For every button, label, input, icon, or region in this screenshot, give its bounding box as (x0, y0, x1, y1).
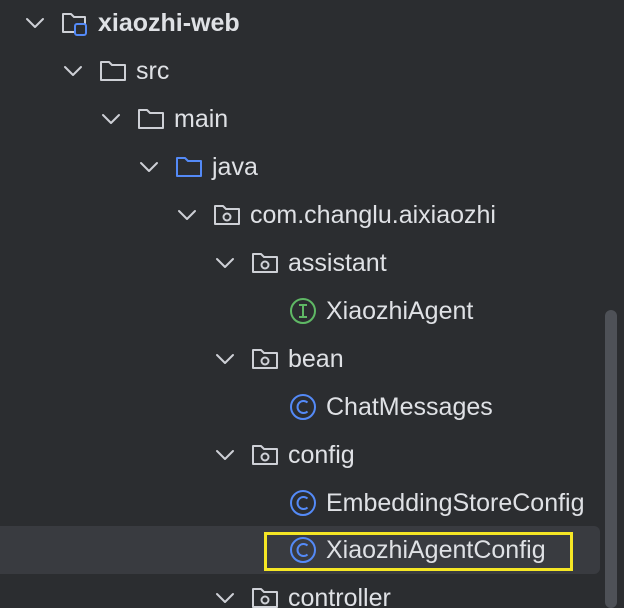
chevron-down-icon[interactable] (136, 154, 162, 180)
tree-item-label: bean (288, 345, 344, 373)
tree-item-label: EmbeddingStoreConfig (326, 489, 585, 517)
folder-icon (98, 56, 128, 86)
tree-item-main[interactable]: main (0, 95, 600, 143)
class-icon (288, 488, 318, 518)
class-icon (288, 392, 318, 422)
tree-item-controller[interactable]: controller (0, 574, 600, 608)
chevron-down-icon[interactable] (174, 202, 200, 228)
chevron-down-icon[interactable] (212, 442, 238, 468)
highlight-box (264, 532, 573, 571)
package-icon (250, 583, 280, 608)
tree-item-src[interactable]: src (0, 47, 600, 95)
tree-item-label: com.changlu.aixiaozhi (250, 201, 496, 229)
tree-item-chat-messages[interactable]: ChatMessages (0, 383, 600, 431)
tree-item-xiaozhi-web[interactable]: xiaozhi-web (0, 0, 600, 47)
tree-item-label: java (212, 153, 258, 181)
tree-item-label: ChatMessages (326, 393, 493, 421)
chevron-down-icon[interactable] (212, 250, 238, 276)
tree-item-bean[interactable]: bean (0, 335, 600, 383)
tree-item-label: src (136, 57, 170, 85)
module-folder-icon (60, 8, 90, 38)
source-root-folder-icon (174, 152, 204, 182)
interface-icon (288, 296, 318, 326)
tree-item-embedding-store-config[interactable]: EmbeddingStoreConfig (0, 479, 600, 527)
tree-item-label: xiaozhi-web (98, 9, 240, 37)
chevron-down-icon[interactable] (60, 58, 86, 84)
tree-item-assistant[interactable]: assistant (0, 239, 600, 287)
package-icon (250, 344, 280, 374)
folder-icon (136, 104, 166, 134)
project-tree: xiaozhi-web src main java com.changlu.ai… (0, 0, 624, 608)
tree-item-java[interactable]: java (0, 143, 600, 191)
chevron-down-icon[interactable] (98, 106, 124, 132)
package-icon (212, 200, 242, 230)
vertical-scrollbar[interactable] (605, 310, 617, 608)
tree-item-label: main (174, 105, 229, 133)
tree-item-package[interactable]: com.changlu.aixiaozhi (0, 191, 600, 239)
chevron-down-icon[interactable] (212, 585, 238, 608)
chevron-down-icon[interactable] (212, 346, 238, 372)
tree-item-xiaozhi-agent[interactable]: XiaozhiAgent (0, 287, 600, 335)
tree-item-config[interactable]: config (0, 431, 600, 479)
chevron-down-icon[interactable] (22, 10, 48, 36)
tree-item-label: config (288, 441, 355, 469)
package-icon (250, 248, 280, 278)
tree-item-label: assistant (288, 249, 387, 277)
tree-item-label: controller (288, 584, 391, 608)
tree-item-label: XiaozhiAgent (326, 297, 474, 325)
package-icon (250, 440, 280, 470)
